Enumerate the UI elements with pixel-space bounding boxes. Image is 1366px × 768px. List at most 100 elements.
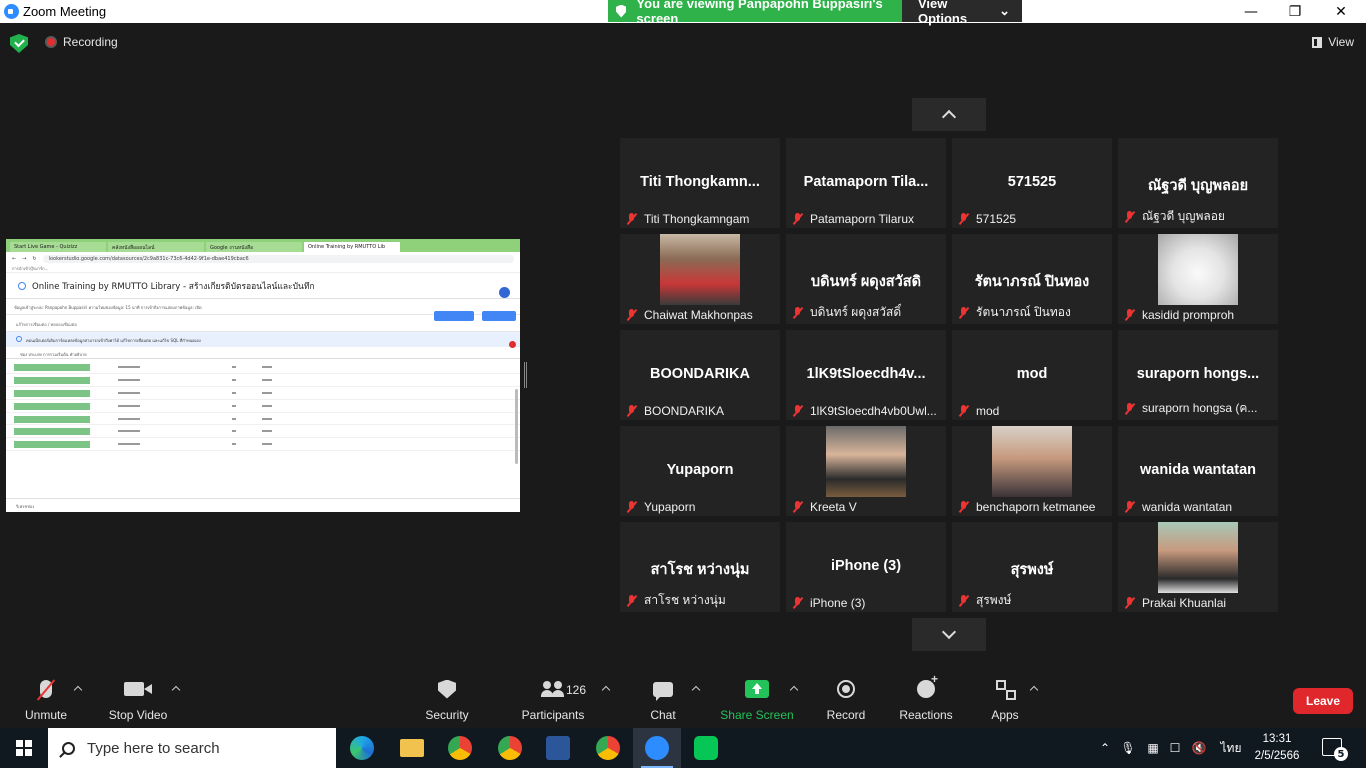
participant-tile[interactable]: kasidid promproh [1118, 234, 1278, 324]
apps-options-caret-icon[interactable] [1029, 685, 1039, 695]
back-icon[interactable]: ← [12, 256, 16, 262]
search-placeholder: Type here to search [87, 739, 220, 757]
audio-options-caret-icon[interactable] [73, 685, 83, 695]
maximize-button[interactable]: ❐ [1272, 0, 1318, 23]
participant-tile[interactable]: wanida wantatan wanida wantatan [1118, 426, 1278, 516]
tray-wifi-icon[interactable]: ▦ [1144, 728, 1162, 768]
refresh-fields-footer[interactable]: รีเฟรชช่อง [6, 498, 520, 512]
recording-indicator[interactable]: Recording [45, 35, 118, 49]
tray-microphone-icon[interactable]: 🎙 [1120, 728, 1136, 768]
participant-name: wanida wantatan [1142, 500, 1233, 514]
browser-tab[interactable]: Start Live Game - Quizizz [10, 242, 106, 252]
taskbar-edge[interactable] [338, 728, 386, 768]
participant-caption: รัตนาภรณ์ ปินทอง [958, 303, 1108, 322]
taskbar-search-box[interactable]: Type here to search [48, 728, 336, 768]
notification-center-icon[interactable]: 5 [1322, 738, 1348, 761]
reload-icon[interactable]: ↻ [32, 256, 36, 262]
participant-caption: mod [958, 404, 1108, 418]
stop-video-button[interactable]: Stop Video [108, 672, 168, 728]
minimize-button[interactable]: — [1228, 0, 1274, 23]
participant-tile[interactable]: Titi Thongkamn... Titi Thongkamngam [620, 138, 780, 228]
apps-button[interactable]: Apps [988, 672, 1022, 728]
participant-display-name: wanida wantatan [1139, 462, 1257, 478]
participant-caption: Chaiwat Makhonpas [626, 308, 776, 322]
field-list-scrollbar[interactable] [515, 389, 518, 464]
participant-tile[interactable]: benchaporn ketmanee [952, 426, 1112, 516]
share-screen-button[interactable]: Share Screen [720, 672, 794, 728]
taskbar-chrome[interactable] [436, 728, 484, 768]
tray-network-icon[interactable]: ☐ [1166, 728, 1184, 768]
field-row[interactable] [6, 438, 520, 452]
create-report-button[interactable] [434, 311, 474, 321]
participant-display-name: mod [1016, 366, 1048, 382]
taskbar-file-explorer[interactable] [388, 728, 436, 768]
participant-tile[interactable]: บดินทร์ ผดุงสวัสดิ บดินทร์ ผดุงสวัสดิ์ [786, 234, 946, 324]
participant-tile[interactable]: Kreeta V [786, 426, 946, 516]
microphone-muted-icon [1124, 402, 1136, 415]
url-field[interactable]: lookerstudio.google.com/datasources/2c9a… [42, 254, 514, 263]
encryption-shield-icon[interactable] [10, 34, 28, 53]
chat-button[interactable]: Chat [646, 672, 680, 728]
participant-tile[interactable]: 1lK9tSloecdh4v... 1lK9tSloecdh4vb0Uwl... [786, 330, 946, 420]
participant-tile[interactable]: รัตนาภรณ์ ปินทอง รัตนาภรณ์ ปินทอง [952, 234, 1112, 324]
view-options-button[interactable]: View Options ⌄ [902, 0, 1022, 26]
panel-splitter-handle[interactable] [524, 362, 527, 388]
field-row[interactable] [6, 387, 520, 400]
participant-tile[interactable]: Prakai Khuanlai [1118, 522, 1278, 612]
security-button[interactable]: Security [424, 672, 470, 728]
participants-options-caret-icon[interactable] [601, 685, 611, 695]
browser-tab[interactable]: Google งานหนังสือ [206, 242, 302, 252]
participant-tile[interactable]: BOONDARIKA BOONDARIKA [620, 330, 780, 420]
participant-tile[interactable]: Patamaporn Tila... Patamaporn Tilarux [786, 138, 946, 228]
video-options-caret-icon[interactable] [171, 685, 181, 695]
gallery-page-down-button[interactable] [912, 618, 986, 651]
tray-language[interactable]: ไทย [1218, 728, 1244, 768]
field-row[interactable] [6, 425, 520, 439]
participant-tile[interactable]: สาโรช หว่างนุ่ม สาโรช หว่างนุ่ม [620, 522, 780, 612]
chat-options-caret-icon[interactable] [691, 685, 701, 695]
taskbar-chrome-second[interactable] [584, 728, 632, 768]
view-button[interactable]: View [1312, 35, 1354, 49]
participant-tile[interactable]: ณัฐวดี บุญพลอย ณัฐวดี บุญพลอย [1118, 138, 1278, 228]
participant-caption: suraporn hongsa (ค... [1124, 399, 1274, 418]
microphone-muted-icon [958, 306, 970, 319]
unmute-button[interactable]: Unmute [22, 672, 70, 728]
explore-button[interactable] [482, 311, 516, 321]
chrome-icon [448, 736, 472, 760]
browser-tab[interactable]: คลังหนังสือออนไลน์ [108, 242, 204, 252]
gallery-page-up-button[interactable] [912, 98, 986, 131]
close-button[interactable]: ✕ [1318, 0, 1364, 23]
browser-tab-active[interactable]: Online Training by RMUTTO Lib [304, 242, 400, 252]
shared-screen[interactable]: Start Live Game - Quizizz คลังหนังสือออน… [6, 239, 520, 512]
participant-tile[interactable]: Chaiwat Makhonpas [620, 234, 780, 324]
participant-tile[interactable]: iPhone (3) iPhone (3) [786, 522, 946, 612]
microphone-muted-icon [626, 594, 638, 607]
participant-tile[interactable]: สุรพงษ์ สุรพงษ์ [952, 522, 1112, 612]
field-list [6, 359, 520, 452]
participant-video [826, 426, 906, 497]
participant-tile[interactable]: Yupaporn Yupaporn [620, 426, 780, 516]
tray-volume-muted-icon[interactable]: 🔇 [1190, 728, 1208, 768]
forward-icon[interactable]: → [22, 256, 26, 262]
taskbar-line[interactable] [682, 728, 730, 768]
start-button[interactable] [0, 728, 48, 768]
taskbar-clock[interactable]: 13:31 2/5/2566 [1246, 731, 1308, 765]
taskbar-zoom[interactable] [633, 728, 681, 768]
participant-tile[interactable]: 571525 571525 [952, 138, 1112, 228]
tray-overflow-icon[interactable]: ⌃ [1096, 728, 1114, 768]
taskbar-chrome-profile[interactable] [486, 728, 534, 768]
record-button[interactable]: Record [824, 672, 868, 728]
user-avatar[interactable] [499, 287, 510, 298]
leave-button[interactable]: Leave [1293, 688, 1353, 714]
field-row[interactable] [6, 413, 520, 426]
field-row[interactable] [6, 400, 520, 413]
participant-video [1158, 234, 1238, 305]
reactions-button[interactable]: Reactions [898, 672, 954, 728]
participant-tile[interactable]: suraporn hongs... suraporn hongsa (ค... [1118, 330, 1278, 420]
microphone-muted-icon [1124, 210, 1136, 223]
field-row[interactable] [6, 374, 520, 387]
participant-tile[interactable]: mod mod [952, 330, 1112, 420]
field-row[interactable] [6, 361, 520, 374]
participants-button[interactable]: 126 Participants [520, 672, 586, 728]
taskbar-word[interactable] [534, 728, 582, 768]
